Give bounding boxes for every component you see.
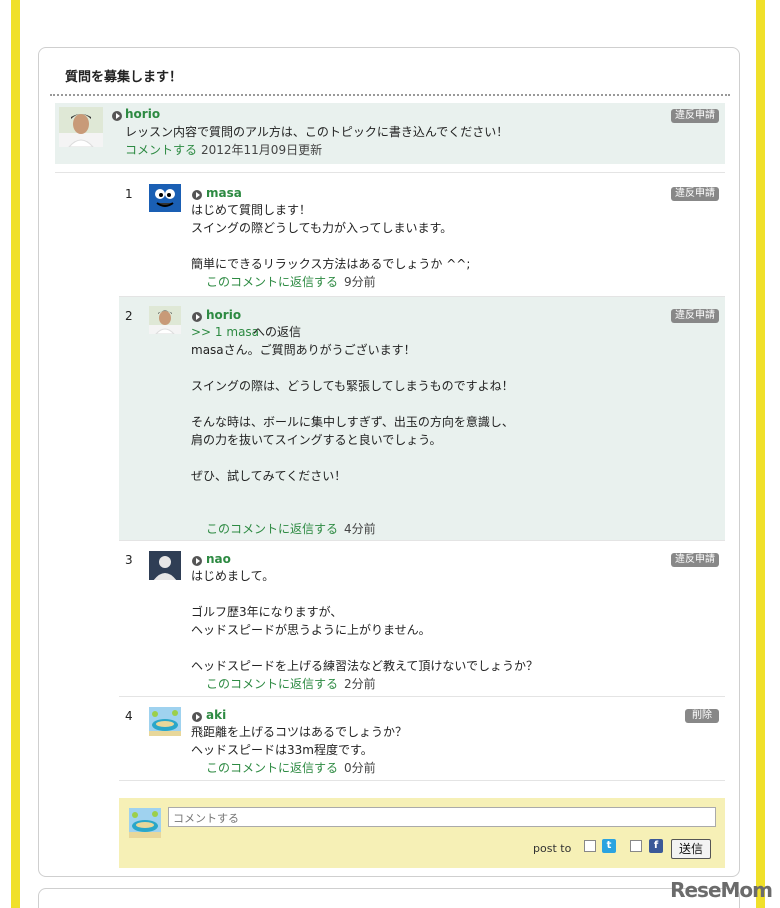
reply-reference-suffix: への返信	[253, 325, 302, 339]
topic-card: 質問を募集します！ horio 違反申請 レッスン内容で質問のアル方は、このトピ…	[38, 47, 740, 877]
reply-link[interactable]: このコメントに返信する	[206, 759, 338, 777]
report-button[interactable]: 違反申請	[671, 187, 719, 201]
report-button[interactable]: 違反申請	[671, 309, 719, 323]
horio-avatar[interactable]	[59, 107, 103, 147]
topic-post: horio 違反申請 レッスン内容で質問のアル方は、このトピックに書き込んでくだ…	[55, 103, 725, 164]
comment-line: はじめまして。	[191, 569, 275, 583]
facebook-icon: f	[649, 839, 663, 853]
watermark-logo: ReseMom	[670, 878, 773, 902]
comment-number: 3	[125, 553, 133, 567]
user-arrow-icon	[192, 312, 202, 322]
twitter-icon: t	[602, 839, 616, 853]
comment-username[interactable]: masa	[206, 186, 242, 200]
next-card	[38, 888, 740, 908]
comment-line: はじめて質問します！	[191, 203, 312, 217]
comment-line: ぜひ、試してみてください！	[191, 469, 347, 483]
delete-button[interactable]: 削除	[685, 709, 719, 723]
comment-time: 9分前	[344, 275, 376, 289]
aki-avatar	[129, 808, 161, 838]
send-button[interactable]: 送信	[671, 839, 711, 859]
comment-line: スイングの際どうしても力が入ってしまいます。	[191, 221, 453, 235]
topic-body: レッスン内容で質問のアル方は、このトピックに書き込んでください！	[125, 125, 509, 139]
comment-line: ヘッドスピードを上げる練習法など教えて頂けないでしょうか？	[191, 659, 539, 673]
comment-line: ヘッドスピードは33m程度です。	[191, 743, 373, 757]
comment-username[interactable]: horio	[206, 308, 241, 322]
nao-avatar[interactable]	[149, 550, 181, 580]
user-arrow-icon	[112, 111, 122, 121]
comment-username[interactable]: aki	[206, 708, 226, 722]
aki-avatar[interactable]	[149, 706, 181, 736]
comment-input[interactable]	[168, 807, 716, 827]
comment-time: 4分前	[344, 522, 376, 536]
left-border	[11, 0, 20, 908]
divider	[50, 94, 730, 96]
comment-number: 2	[125, 309, 133, 323]
reply-link[interactable]: このコメントに返信する	[206, 675, 338, 693]
comment-line: ヘッドスピードが思うように上がりません。	[191, 623, 431, 637]
reply-reference-link[interactable]: >> 1 masa	[191, 323, 259, 341]
comment-composer: post to t f 送信	[119, 798, 725, 868]
comment-line: スイングの際は、どうしても緊張してしまうものですよね！	[191, 379, 514, 393]
comment-line: masaさん。ご質問ありがうございます！	[191, 343, 416, 357]
comment-item: 1 masa 違反申請 はじめて質問します！ スイングの際どうしても力が入ってし…	[119, 175, 725, 297]
user-arrow-icon	[192, 712, 202, 722]
comment-item: 3 nao 違反申請 はじめまして。 ゴルフ歴3年になりますが、 ヘッドスピード…	[119, 541, 725, 697]
comment-number: 1	[125, 187, 133, 201]
user-arrow-icon	[192, 556, 202, 566]
comment-link[interactable]: コメントする	[125, 141, 197, 159]
reply-link[interactable]: このコメントに返信する	[206, 520, 338, 538]
comment-line: ゴルフ歴3年になりますが、	[191, 605, 343, 619]
facebook-checkbox[interactable]	[630, 840, 642, 852]
comment-line: 飛距離を上げるコツはあるでしょうか？	[191, 725, 408, 739]
comment-time: 0分前	[344, 761, 376, 775]
divider	[55, 172, 725, 173]
comment-item: 4 aki 削除 飛距離を上げるコツはあるでしょうか？ ヘッドスピードは33m程…	[119, 697, 725, 781]
comment-item: 2 horio 違反申請 >> 1 masa への返信 masaさん。ご質問あり…	[119, 297, 725, 541]
report-button[interactable]: 違反申請	[671, 553, 719, 567]
card-title: 質問を募集します！	[65, 70, 183, 85]
comment-line: 簡単にできるリラックス方法はあるでしょうか ^^;	[191, 257, 471, 271]
user-arrow-icon	[192, 190, 202, 200]
comment-line: そんな時は、ボールに集中しすぎず、出玉の方向を意識し、	[191, 415, 514, 429]
report-button[interactable]: 違反申請	[671, 109, 719, 123]
comment-number: 4	[125, 709, 133, 723]
comment-line: 肩の力を抜いてスイングすると良いでしょう。	[191, 433, 442, 447]
reply-link[interactable]: このコメントに返信する	[206, 273, 338, 291]
topic-username[interactable]: horio	[125, 107, 160, 121]
horio-avatar[interactable]	[149, 306, 181, 334]
right-border	[756, 0, 765, 908]
comment-username[interactable]: nao	[206, 552, 231, 566]
topic-updated: 2012年11月09日更新	[201, 143, 323, 157]
twitter-checkbox[interactable]	[584, 840, 596, 852]
masa-avatar[interactable]	[149, 184, 181, 212]
comment-time: 2分前	[344, 677, 376, 691]
post-to-label: post to	[533, 842, 572, 855]
